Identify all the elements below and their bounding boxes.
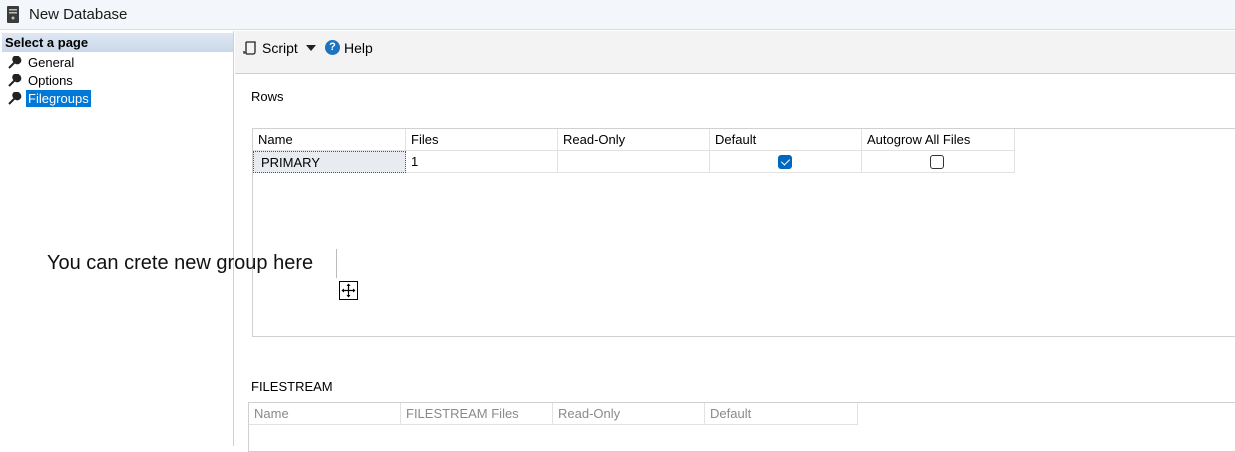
page-item-label: Options (28, 73, 73, 88)
cell-autogrow-all-files[interactable] (862, 151, 1015, 173)
text-caret (336, 249, 337, 278)
filegroups-page: Script ? Help Rows Name Files Read-Only … (235, 31, 1235, 452)
wrench-icon (8, 56, 22, 69)
wrench-icon (8, 74, 22, 87)
script-label: Script (262, 40, 298, 56)
column-header-name[interactable]: Name (253, 129, 406, 151)
select-page-header: Select a page (2, 33, 233, 52)
default-checkbox[interactable] (778, 155, 792, 169)
page-item-label: General (28, 55, 75, 70)
help-icon: ? (325, 40, 340, 55)
filestream-grid[interactable]: Name FILESTREAM Files Read-Only Default (248, 402, 1235, 452)
script-dropdown-arrow-icon[interactable] (306, 45, 316, 51)
select-page-pane: Select a page General Options Filegroups (0, 31, 234, 446)
wrench-icon (8, 92, 22, 105)
cell-name[interactable]: PRIMARY (253, 151, 406, 173)
database-server-icon (7, 6, 19, 23)
toolbar: Script ? Help (235, 31, 1235, 74)
column-header-read-only[interactable]: Read-Only (558, 129, 710, 151)
help-label: Help (344, 40, 373, 56)
column-header-filestream-files[interactable]: FILESTREAM Files (401, 403, 553, 425)
autogrow-all-files-checkbox[interactable] (930, 155, 944, 169)
cell-files[interactable]: 1 (406, 151, 558, 173)
annotation-text: You can crete new group here (47, 252, 314, 274)
rows-section-label: Rows (251, 89, 284, 104)
script-icon (243, 41, 256, 55)
title-bar: New Database (0, 0, 1235, 30)
cell-default[interactable] (710, 151, 862, 173)
column-header-read-only[interactable]: Read-Only (553, 403, 705, 425)
window-title: New Database (29, 6, 128, 23)
filestream-section-label: FILESTREAM (251, 379, 333, 394)
column-header-files[interactable]: Files (406, 129, 558, 151)
column-header-autogrow-all-files[interactable]: Autogrow All Files (862, 129, 1015, 151)
rows-grid[interactable]: Name Files Read-Only Default Autogrow Al… (252, 128, 1235, 337)
column-header-default[interactable]: Default (710, 129, 862, 151)
column-header-default[interactable]: Default (705, 403, 858, 425)
cell-read-only[interactable] (558, 151, 710, 173)
move-cursor-icon (339, 281, 358, 300)
page-item-label: Filegroups (26, 90, 91, 107)
column-header-name[interactable]: Name (249, 403, 401, 425)
